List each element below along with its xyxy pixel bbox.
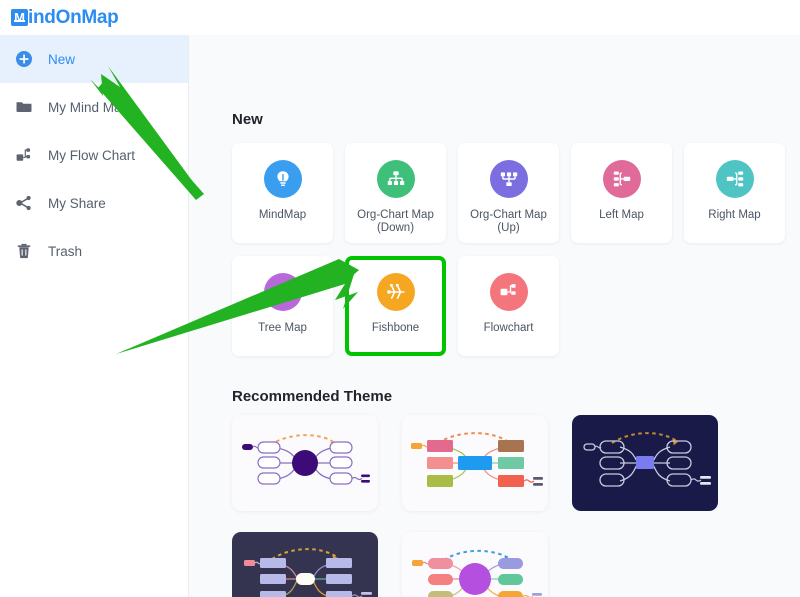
card-fishbone[interactable]: Fishbone	[345, 256, 446, 356]
card-mindmap[interactable]: MindMap	[232, 143, 333, 243]
sidebar-item-new[interactable]: New	[0, 35, 188, 83]
sidebar-item-label: My Share	[48, 195, 106, 211]
trash-icon	[14, 241, 34, 261]
right-map-icon	[715, 160, 754, 198]
card-label: MindMap	[258, 209, 307, 221]
card-label: Right Map	[708, 209, 761, 221]
flowchart-icon	[489, 273, 528, 311]
sidebar-item-label: Trash	[48, 243, 83, 259]
sidebar-item-my-flow-chart[interactable]: My Flow Chart	[0, 131, 188, 179]
card-flowchart[interactable]: Flowchart	[458, 256, 559, 356]
theme-card-colorful-light[interactable]	[402, 415, 548, 511]
sidebar-item-label: My Flow Chart	[48, 147, 136, 163]
share-icon	[14, 193, 34, 213]
new-section-title: New	[232, 111, 263, 128]
card-right-map[interactable]: Right Map	[684, 143, 785, 243]
app-logo-text: indOnMap	[28, 7, 119, 28]
org-chart-down-icon	[376, 160, 415, 198]
card-label: Org-Chart Map (Up)	[470, 209, 547, 234]
main-content: New MindMap Org-Chart Map (Down) Org-Cha…	[189, 35, 800, 597]
folder-icon	[14, 97, 34, 117]
logo-mark-letter: M	[14, 10, 25, 25]
left-map-icon	[602, 160, 641, 198]
fishbone-icon	[376, 273, 415, 311]
new-cards-row-2: Tree Map Fishbone Flowchart	[232, 256, 559, 356]
org-chart-up-icon	[489, 160, 528, 198]
app-logo[interactable]: M indOnMap	[11, 7, 119, 28]
theme-row-2	[232, 532, 548, 597]
sidebar-item-label: My Mind Map	[48, 99, 130, 115]
card-tree-map[interactable]: Tree Map	[232, 256, 333, 356]
theme-row-1	[232, 415, 718, 511]
theme-card-navy-dark[interactable]	[572, 415, 718, 511]
top-bar: M indOnMap	[0, 0, 800, 35]
lightbulb-icon	[263, 160, 302, 198]
logo-mark-icon: M	[11, 9, 28, 26]
card-label: Flowchart	[483, 322, 534, 334]
card-label: Left Map	[599, 209, 644, 221]
tree-map-icon	[263, 273, 302, 311]
card-label: Fishbone	[371, 322, 420, 334]
theme-section-title: Recommended Theme	[232, 388, 393, 405]
sidebar-item-trash[interactable]: Trash	[0, 227, 188, 275]
card-org-chart-map-up[interactable]: Org-Chart Map (Up)	[458, 143, 559, 243]
card-label: Org-Chart Map (Down)	[357, 209, 434, 234]
sidebar: New My Mind Map My Flow Chart My Share T…	[0, 35, 189, 597]
sidebar-item-label: New	[48, 51, 76, 67]
theme-card-slate-dark[interactable]	[232, 532, 378, 597]
card-label: Tree Map	[258, 322, 307, 334]
flow-chart-icon	[14, 145, 34, 165]
theme-card-violet-light[interactable]	[402, 532, 548, 597]
theme-card-purple-light[interactable]	[232, 415, 378, 511]
card-org-chart-map-down[interactable]: Org-Chart Map (Down)	[345, 143, 446, 243]
sidebar-item-my-mind-map[interactable]: My Mind Map	[0, 83, 188, 131]
plus-circle-icon	[14, 49, 34, 69]
sidebar-item-my-share[interactable]: My Share	[0, 179, 188, 227]
card-left-map[interactable]: Left Map	[571, 143, 672, 243]
new-cards-row-1: MindMap Org-Chart Map (Down) Org-Chart M…	[232, 143, 785, 243]
